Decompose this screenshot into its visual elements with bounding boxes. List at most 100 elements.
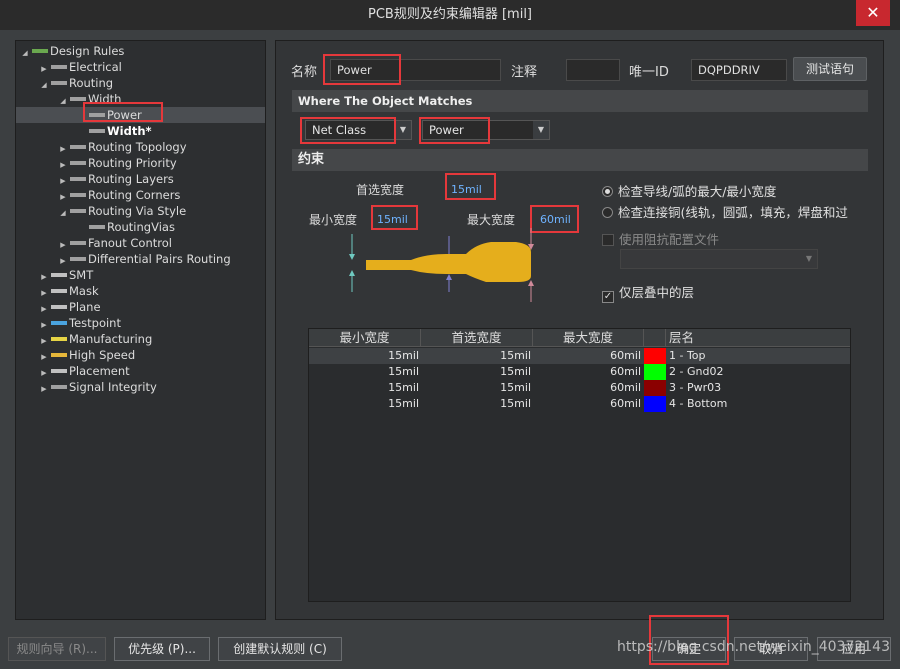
col-preferred-width[interactable]: 首选宽度 [421,329,533,347]
highlight-netclass [300,117,396,144]
test-query-button[interactable]: 测试语句 [793,57,867,81]
highlight-class [419,117,490,144]
cell-min[interactable]: 15mil [309,364,419,380]
col-color [644,329,666,347]
layers-in-stack-checkbox[interactable]: ✓ 仅层叠中的层 [602,282,694,303]
tree-node[interactable]: ▶ Differential Pairs Routing [16,251,265,267]
tree-node-label: Design Rules [50,44,125,58]
constraints-header: 约束 [292,149,868,171]
cell-max[interactable]: 60mil [533,364,641,380]
tree-node[interactable]: ▶ Testpoint [16,315,265,331]
tree-node[interactable]: ▶ SMT [16,267,265,283]
table-row[interactable]: 15mil 15mil 60mil 2 - Gnd02 [309,364,850,380]
tree-node[interactable]: ▶ Fanout Control [16,235,265,251]
close-button[interactable]: ✕ [856,0,890,26]
tree-node[interactable]: ▶ Signal Integrity [16,379,265,395]
table-header: 最小宽度 首选宽度 最大宽度 层名 [309,329,850,347]
table-row[interactable]: 15mil 15mil 60mil 3 - Pwr03 [309,380,850,396]
cell-max[interactable]: 60mil [533,396,641,412]
name-label: 名称 [291,65,318,80]
placement-icon [51,366,67,376]
cell-layer: 4 - Bottom [669,397,728,410]
expand-arrow-icon[interactable]: ▶ [39,381,49,397]
cell-layer: 2 - Gnd02 [669,365,724,378]
tree-node[interactable]: ▶ Mask [16,283,265,299]
radio-off-icon [602,207,613,218]
tree-node-label: Routing Corners [88,188,181,202]
cell-pref[interactable]: 15mil [421,380,531,396]
chevron-down-icon: ▼ [801,250,817,268]
window-title: PCB规则及约束编辑器 [mil] [368,7,532,22]
table-row[interactable]: 15mil 15mil 60mil 4 - Bottom [309,396,850,412]
corners-icon [70,190,86,200]
highlight-preferred [445,173,496,200]
tree-node-label: Routing Priority [88,156,177,170]
preferred-width-label: 首选宽度 [356,183,405,197]
cell-pref[interactable]: 15mil [421,348,531,364]
tree-node-label: Routing [69,76,114,90]
mask-icon [51,286,67,296]
cell-max[interactable]: 60mil [533,380,641,396]
tree-node[interactable]: ▶ Routing Priority [16,155,265,171]
tree-node-label: High Speed [69,348,136,362]
create-default-rules-button[interactable]: 创建默认规则 (C) [218,637,342,661]
fanout-icon [70,238,86,248]
layers-icon [70,174,86,184]
highlight-name [323,54,401,85]
col-max-width[interactable]: 最大宽度 [533,329,644,347]
routing-icon [51,78,67,88]
tree-node[interactable]: ▶ Routing Corners [16,187,265,203]
tree-node-label: Width* [107,124,152,138]
radio-check-min-max-label: 检查导线/弧的最大/最小宽度 [618,184,777,199]
highspeed-icon [51,350,67,360]
tree-node-label: Manufacturing [69,332,153,346]
radio-check-copper[interactable]: 检查连接铜(线轨，圆弧，填充，焊盘和过 [602,202,852,221]
priorities-button[interactable]: 优先级 (P)... [114,637,210,661]
electrical-icon [51,62,67,72]
cell-layer: 1 - Top [669,349,706,362]
cell-min[interactable]: 15mil [309,396,419,412]
tree-node[interactable]: ◢ Routing Via Style [16,203,265,219]
tree-node[interactable]: ◢ Routing [16,75,265,91]
tree-node[interactable]: ▶ Plane [16,299,265,315]
tree-node-label: Routing Via Style [88,204,187,218]
tree-node[interactable]: ◢ Design Rules [16,43,265,59]
col-min-width[interactable]: 最小宽度 [309,329,421,347]
col-layer-name[interactable]: 层名 [666,329,850,347]
width-illustration [349,228,534,302]
cell-pref[interactable]: 15mil [421,364,531,380]
layer-width-table[interactable]: 最小宽度 首选宽度 最大宽度 层名 15mil 15mil 60mil 1 - Top… [308,328,851,602]
tree-node-label: Differential Pairs Routing [88,252,231,266]
cell-min[interactable]: 15mil [309,348,419,364]
tree-node[interactable]: ▶ Routing Layers [16,171,265,187]
tree-node[interactable]: ▶ High Speed [16,347,265,363]
cell-pref[interactable]: 15mil [421,396,531,412]
rules-tree[interactable]: ◢ Design Rules ▶ Electrical ◢ Routing ◢ Width Po… [15,40,266,620]
use-impedance-label: 使用阻抗配置文件 [619,232,720,247]
tree-node-label: Plane [69,300,101,314]
comment-field[interactable] [566,59,620,81]
rule-wizard-button[interactable]: 规则向导 (R)... [8,637,106,661]
tree-node[interactable]: ▶ Manufacturing [16,331,265,347]
tree-node[interactable]: ▶ Routing Topology [16,139,265,155]
tree-node[interactable]: RoutingVias [16,219,265,235]
unique-id-label: 唯一ID [629,65,669,80]
radio-check-copper-label: 检查连接铜(线轨，圆弧，填充，焊盘和过 [618,205,848,220]
unique-id-field[interactable]: DQPDDRIV [691,59,787,81]
tree-node-label: Electrical [69,60,122,74]
layer-color-swatch [644,364,666,380]
tree-node[interactable]: ▶ Placement [16,363,265,379]
radio-check-min-max[interactable]: 检查导线/弧的最大/最小宽度 [602,181,776,200]
chevron-down-icon: ▼ [533,121,549,139]
cell-min[interactable]: 15mil [309,380,419,396]
use-impedance-checkbox[interactable]: 使用阻抗配置文件 [602,229,719,248]
table-row[interactable]: 15mil 15mil 60mil 1 - Top [309,348,850,364]
tree-node-label: SMT [69,268,94,282]
where-matches-header: Where The Object Matches [292,90,868,112]
tree-node[interactable]: ▶ Electrical [16,59,265,75]
cell-max[interactable]: 60mil [533,348,641,364]
tree-node[interactable]: Width* [16,123,265,139]
impedance-profile-select[interactable]: ▼ [620,249,818,269]
highlight-power-node [83,102,163,122]
tree-node-label: Routing Layers [88,172,174,186]
